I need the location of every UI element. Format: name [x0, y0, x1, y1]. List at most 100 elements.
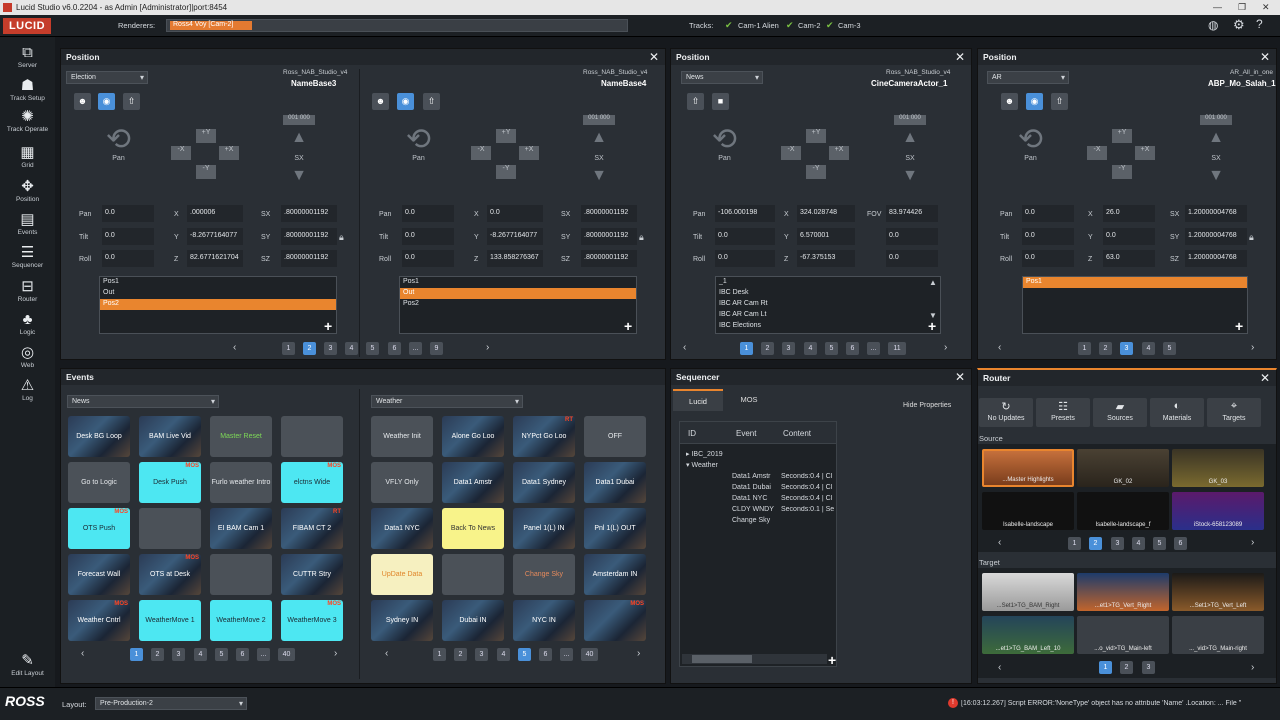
- close-icon[interactable]: ✕: [1260, 50, 1270, 64]
- page-button[interactable]: ...: [560, 648, 573, 661]
- tree-row[interactable]: CLDY WNDY: [732, 506, 774, 513]
- pan-field[interactable]: 0.0: [402, 205, 454, 222]
- sy-field[interactable]: 1.20000004768: [1185, 228, 1247, 245]
- minus-x-button[interactable]: -X: [781, 146, 801, 160]
- plus-y-button[interactable]: +Y: [496, 129, 516, 143]
- prev-page-icon[interactable]: ‹: [385, 648, 388, 659]
- position-group-dropdown[interactable]: AR: [987, 71, 1069, 84]
- close-icon[interactable]: ✕: [1260, 371, 1270, 385]
- renderer-chip[interactable]: Ross4 Voy [Cam-2]: [170, 21, 252, 30]
- minus-x-button[interactable]: -X: [471, 146, 491, 160]
- event-tile[interactable]: NYC IN: [513, 600, 575, 641]
- page-button[interactable]: 2: [1120, 661, 1133, 674]
- next-page-icon[interactable]: ›: [637, 648, 640, 659]
- page-button[interactable]: 6: [388, 342, 401, 355]
- y-field[interactable]: -8.2677164077: [487, 228, 543, 245]
- page-button[interactable]: 40: [278, 648, 295, 661]
- x-field[interactable]: .000006: [187, 205, 243, 222]
- list-item[interactable]: IBC AR Cam Lt: [716, 310, 940, 321]
- tab-mos[interactable]: MOS: [729, 389, 769, 411]
- event-tile[interactable]: CUTTR Stry: [281, 554, 343, 595]
- event-tile[interactable]: Amsterdam IN: [584, 554, 646, 595]
- expand-icon[interactable]: ▸: [686, 451, 690, 458]
- page-button[interactable]: 5: [215, 648, 228, 661]
- track-item[interactable]: Cam-3: [838, 21, 861, 30]
- add-icon[interactable]: +: [928, 318, 936, 334]
- presets-button[interactable]: ☷ Presets: [1036, 398, 1090, 427]
- source-thumb[interactable]: Isabelle-landscape_f: [1077, 492, 1169, 530]
- scale-up-arrow-icon[interactable]: ▲: [902, 129, 918, 151]
- page-button[interactable]: 1: [740, 342, 753, 355]
- horizontal-scrollbar[interactable]: [682, 654, 827, 664]
- roll-field[interactable]: 0.0: [102, 250, 154, 267]
- page-button[interactable]: 6: [846, 342, 859, 355]
- page-button[interactable]: 1: [282, 342, 295, 355]
- help-icon[interactable]: ?: [1256, 17, 1263, 31]
- event-tile[interactable]: MOS elctns Wide: [281, 462, 343, 503]
- event-tile[interactable]: Furlo weather Intro: [210, 462, 272, 503]
- minus-x-button[interactable]: -X: [171, 146, 191, 160]
- x-field[interactable]: 0.0: [487, 205, 543, 222]
- fov-field[interactable]: 83.974426: [886, 205, 938, 222]
- page-button[interactable]: 1: [1078, 342, 1091, 355]
- list-item[interactable]: _1: [716, 277, 940, 288]
- roll-field[interactable]: 0.0: [402, 250, 454, 267]
- target-thumb[interactable]: ...et1>TG_BAM_Left_10: [982, 616, 1074, 654]
- sx-field[interactable]: .80000001192: [581, 205, 637, 222]
- page-button[interactable]: ...: [257, 648, 270, 661]
- upload-icon[interactable]: ⇧: [687, 93, 704, 110]
- sidebar-item-edit-layout[interactable]: ✎ Edit Layout: [0, 652, 55, 677]
- event-tile[interactable]: Forecast Wall: [68, 554, 130, 595]
- tree-row[interactable]: Data1 Amstr: [732, 473, 771, 480]
- eye-icon[interactable]: ◉: [1026, 93, 1043, 110]
- x-field[interactable]: 26.0: [1103, 205, 1155, 222]
- position-group-dropdown[interactable]: News: [681, 71, 763, 84]
- scale-down-arrow-icon[interactable]: ▼: [591, 167, 607, 189]
- tilt-field[interactable]: 0.0: [1022, 228, 1074, 245]
- z-field[interactable]: 133.858276367: [487, 250, 543, 267]
- sidebar-item-position[interactable]: ✥ Position: [0, 178, 55, 203]
- target-thumb[interactable]: ...Set1>TG_BAM_Right: [982, 573, 1074, 611]
- page-button[interactable]: 3: [172, 648, 185, 661]
- person-icon[interactable]: ☻: [74, 93, 91, 110]
- scroll-up-icon[interactable]: ▲: [929, 278, 937, 287]
- scale-down-arrow-icon[interactable]: ▼: [902, 167, 918, 189]
- next-page-icon[interactable]: ›: [1251, 537, 1254, 548]
- page-button[interactable]: 1: [433, 648, 446, 661]
- list-item[interactable]: Out: [400, 288, 636, 299]
- person-icon[interactable]: ☻: [372, 93, 389, 110]
- targets-button[interactable]: ⌖ Targets: [1207, 398, 1261, 427]
- page-button[interactable]: 4: [194, 648, 207, 661]
- prev-page-icon[interactable]: ‹: [81, 648, 84, 659]
- renderers-field[interactable]: Ross4 Voy [Cam-2]: [166, 19, 628, 32]
- hide-properties-button[interactable]: Hide Properties: [903, 402, 951, 409]
- plus-x-button[interactable]: +X: [519, 146, 539, 160]
- event-tile[interactable]: Data1 Amstr: [442, 462, 504, 503]
- event-tile[interactable]: RT NYPct Go Loo: [513, 416, 575, 457]
- page-button[interactable]: 5: [1163, 342, 1176, 355]
- list-item[interactable]: Pos1: [1023, 277, 1247, 288]
- event-group-dropdown[interactable]: Weather: [371, 395, 523, 408]
- target-thumb[interactable]: ...Set1>TG_Vert_Left: [1172, 573, 1264, 611]
- lock-icon[interactable]: 🔒︎: [339, 232, 344, 243]
- page-button[interactable]: 5: [825, 342, 838, 355]
- position-group-dropdown[interactable]: Election: [66, 71, 148, 84]
- tree-row[interactable]: Data1 NYC: [732, 495, 767, 502]
- plus-x-button[interactable]: +X: [1135, 146, 1155, 160]
- page-button[interactable]: 6: [1174, 537, 1187, 550]
- scale-badge[interactable]: 001 000: [583, 115, 615, 125]
- person-icon[interactable]: ☻: [1001, 93, 1018, 110]
- next-page-icon[interactable]: ›: [334, 648, 337, 659]
- page-button[interactable]: 9: [430, 342, 443, 355]
- scroll-thumb[interactable]: [692, 655, 752, 663]
- tilt-field[interactable]: 0.0: [102, 228, 154, 245]
- page-button[interactable]: 2: [1089, 537, 1102, 550]
- close-icon[interactable]: ✕: [649, 50, 659, 64]
- prev-page-icon[interactable]: ‹: [998, 342, 1001, 353]
- layout-dropdown[interactable]: Pre-Production-2: [95, 697, 247, 710]
- event-tile[interactable]: MOS: [584, 600, 646, 641]
- minus-y-button[interactable]: -Y: [496, 165, 516, 179]
- pan-arc-icon[interactable]: ⟲: [101, 125, 136, 155]
- lens-field[interactable]: 0.0: [886, 250, 938, 267]
- pan-field[interactable]: 0.0: [1022, 205, 1074, 222]
